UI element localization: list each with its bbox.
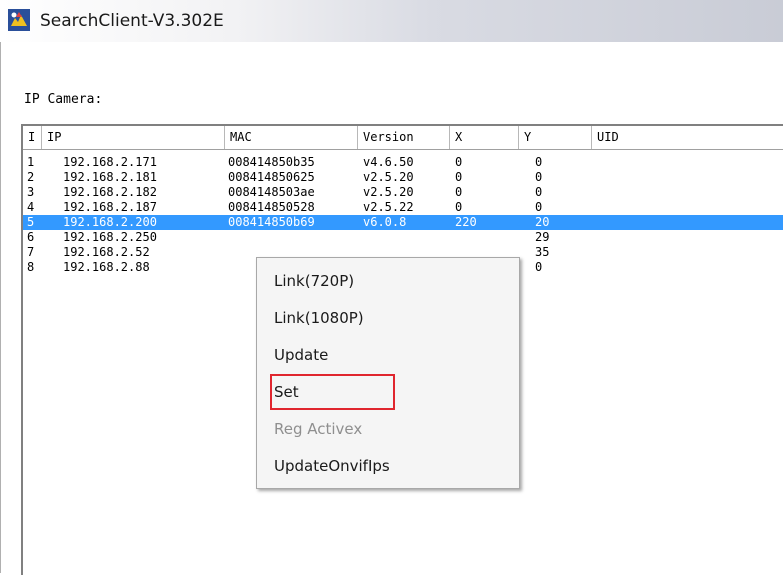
cell-y: 0	[535, 155, 543, 169]
column-header-version[interactable]: Version	[358, 126, 450, 149]
cell-x: 0	[455, 170, 463, 184]
menu-item-set[interactable]: Set	[270, 374, 395, 410]
cell-index: 6	[27, 230, 35, 244]
window-title: SearchClient-V3.302E	[40, 11, 224, 31]
table-row[interactable]: 1 192.168.2.171 008414850b35 v4.6.50 0 0	[23, 155, 783, 170]
column-header-x[interactable]: X	[450, 126, 519, 149]
table-row[interactable]: 6 192.168.2.250 29	[23, 230, 783, 245]
column-header-y[interactable]: Y	[519, 126, 592, 149]
cell-ip: 192.168.2.250	[63, 230, 157, 244]
cell-ip: 192.168.2.52	[63, 245, 150, 259]
cell-x: 220	[455, 215, 477, 229]
title-bar[interactable]: SearchClient-V3.302E	[0, 0, 783, 42]
cell-version: v6.0.8	[363, 215, 407, 229]
cell-x: 0	[455, 155, 463, 169]
cell-x: 0	[455, 185, 463, 199]
cell-ip: 192.168.2.182	[63, 185, 157, 199]
menu-item-link-1080p[interactable]: Link(1080P)	[274, 303, 364, 333]
cell-mac: 008414850528	[228, 200, 315, 214]
table-row-selected[interactable]: 5 192.168.2.200 008414850b69 v6.0.8 220 …	[23, 215, 783, 230]
cell-y: 0	[535, 260, 543, 274]
cell-index: 3	[27, 185, 35, 199]
section-label: IP Camera:	[24, 92, 103, 107]
cell-ip: 192.168.2.200	[63, 215, 157, 229]
cell-y: 29	[535, 230, 550, 244]
cell-index: 4	[27, 200, 35, 214]
cell-index: 8	[27, 260, 35, 274]
menu-item-update-onvif-ips[interactable]: UpdateOnvifIps	[274, 451, 390, 481]
cell-version: v4.6.50	[363, 155, 414, 169]
menu-item-link-720p[interactable]: Link(720P)	[274, 266, 354, 296]
cell-y: 0	[535, 170, 543, 184]
cell-mac: 008414850625	[228, 170, 315, 184]
cell-y: 0	[535, 200, 543, 214]
cell-index: 1	[27, 155, 35, 169]
cell-y: 0	[535, 185, 543, 199]
table-row[interactable]: 3 192.168.2.182 0084148503ae v2.5.20 0 0	[23, 185, 783, 200]
cell-mac: 008414850b35	[228, 155, 315, 169]
menu-item-reg-activex: Reg Activex	[274, 420, 363, 438]
cell-y: 20	[535, 215, 550, 229]
column-header-ip[interactable]: IP	[42, 126, 225, 149]
cell-x: 0	[455, 200, 463, 214]
window-left-border	[0, 42, 1, 573]
column-header-index[interactable]: I	[23, 126, 42, 149]
cell-ip: 192.168.2.171	[63, 155, 157, 169]
column-header-mac[interactable]: MAC	[225, 126, 358, 149]
cell-ip: 192.168.2.187	[63, 200, 157, 214]
cell-version: v2.5.20	[363, 185, 414, 199]
menu-item-update[interactable]: Update	[274, 340, 328, 370]
cell-y: 35	[535, 245, 550, 259]
list-header: I IP MAC Version X Y UID	[23, 126, 783, 150]
column-header-uid[interactable]: UID	[592, 126, 783, 149]
table-row[interactable]: 4 192.168.2.187 008414850528 v2.5.22 0 0	[23, 200, 783, 215]
cell-ip: 192.168.2.181	[63, 170, 157, 184]
app-logo-icon	[8, 9, 30, 31]
table-row[interactable]: 2 192.168.2.181 008414850625 v2.5.20 0 0	[23, 170, 783, 185]
cell-version: v2.5.22	[363, 200, 414, 214]
cell-index: 2	[27, 170, 35, 184]
cell-ip: 192.168.2.88	[63, 260, 150, 274]
cell-version: v2.5.20	[363, 170, 414, 184]
cell-index: 5	[27, 215, 35, 229]
context-menu: Link(720P) Link(1080P) Update Set Reg Ac…	[256, 257, 520, 489]
annotation-highlight-box	[270, 374, 395, 410]
cell-mac: 008414850b69	[228, 215, 315, 229]
cell-index: 7	[27, 245, 35, 259]
cell-mac: 0084148503ae	[228, 185, 315, 199]
